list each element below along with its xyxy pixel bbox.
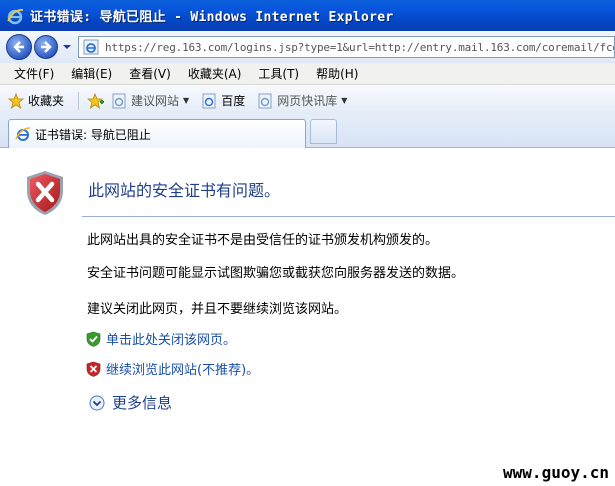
chevron-down-icon: ▼	[183, 96, 190, 105]
continue-row: 继续浏览此网站(不推荐)。	[86, 359, 259, 378]
fav-baidu[interactable]: 百度	[201, 92, 245, 109]
fav-web-slice-label: 网页快讯库	[277, 94, 338, 108]
fav-suggested-label: 建议网站	[131, 94, 180, 108]
window-title: 证书错误: 导航已阻止 - Windows Internet Explorer	[30, 10, 394, 25]
error-page: 此网站的安全证书有问题。 此网站出具的安全证书不是由受信任的证书颁发机构颁发的。…	[0, 149, 615, 486]
close-page-link[interactable]: 单击此处关闭该网页。	[106, 329, 236, 348]
forward-button[interactable]	[34, 35, 58, 59]
explanation-text-1: 此网站出具的安全证书不是由受信任的证书颁发机构颁发的。	[87, 233, 439, 248]
forward-arrow-icon	[41, 41, 52, 53]
baidu-ie-icon	[202, 93, 216, 108]
menu-view[interactable]: 查看(V)	[121, 65, 180, 82]
green-shield-check-icon	[86, 331, 101, 347]
explanation-text-2: 安全证书问题可能显示试图欺骗您或截获您向服务器发送的数据。	[87, 266, 465, 281]
history-dropdown-icon[interactable]	[62, 42, 72, 52]
page-ie-icon	[83, 39, 99, 55]
navigation-bar: https://reg.163.com/logins.jsp?type=1&ur…	[0, 31, 615, 63]
heading-divider	[82, 216, 615, 217]
red-shield-x-icon	[86, 361, 101, 377]
fav-web-slice-gallery[interactable]: 网页快讯库 ▼	[257, 92, 347, 109]
new-tab-button[interactable]	[310, 119, 337, 144]
menu-file[interactable]: 文件(F)	[6, 65, 63, 82]
address-bar[interactable]: https://reg.163.com/logins.jsp?type=1&ur…	[78, 36, 615, 58]
menu-help[interactable]: 帮助(H)	[308, 65, 367, 82]
watermark-text: www.guoy.cn	[503, 463, 609, 482]
favorites-label: 收藏夹	[28, 94, 65, 108]
more-info-row[interactable]: 更多信息	[89, 392, 172, 413]
fav-suggested-sites[interactable]: 建议网站 ▼	[111, 92, 189, 109]
ie-logo-icon	[7, 8, 24, 24]
recommendation-text: 建议关闭此网页，并且不要继续浏览该网站。	[87, 302, 348, 317]
tab-certificate-error[interactable]: 证书错误: 导航已阻止	[8, 119, 306, 148]
add-favorite-icon[interactable]	[87, 92, 105, 109]
more-info-link[interactable]: 更多信息	[112, 392, 172, 413]
favbar-divider	[78, 91, 80, 110]
continue-to-website-link[interactable]: 继续浏览此网站(不推荐)。	[106, 359, 259, 378]
star-icon	[8, 92, 24, 109]
tab-ie-icon	[15, 127, 31, 141]
page-heading: 此网站的安全证书有问题。	[88, 181, 281, 200]
menu-tools[interactable]: 工具(T)	[250, 65, 308, 82]
error-shield-icon	[27, 171, 63, 215]
back-arrow-icon	[13, 41, 24, 53]
web-slice-icon	[258, 93, 272, 108]
close-page-row: 单击此处关闭该网页。	[86, 329, 236, 348]
back-button[interactable]	[6, 34, 32, 60]
favorites-bar: 收藏夹 建议网站 ▼ 百度 网页快讯库 ▼	[0, 86, 615, 115]
favorites-button[interactable]: 收藏夹	[8, 92, 64, 109]
tab-label: 证书错误: 导航已阻止	[35, 127, 151, 142]
expand-chevron-icon	[89, 395, 105, 410]
fav-baidu-label: 百度	[221, 94, 246, 108]
chevron-down-icon: ▼	[341, 96, 348, 105]
address-url: https://reg.163.com/logins.jsp?type=1&ur…	[105, 40, 615, 54]
tab-strip: 证书错误: 导航已阻止	[0, 115, 615, 148]
title-bar[interactable]: 证书错误: 导航已阻止 - Windows Internet Explorer	[0, 0, 615, 31]
menu-edit[interactable]: 编辑(E)	[63, 65, 121, 82]
menu-favorites[interactable]: 收藏夹(A)	[180, 65, 251, 82]
suggested-sites-icon	[112, 93, 126, 108]
menu-bar: 文件(F) 编辑(E) 查看(V) 收藏夹(A) 工具(T) 帮助(H)	[0, 63, 615, 85]
